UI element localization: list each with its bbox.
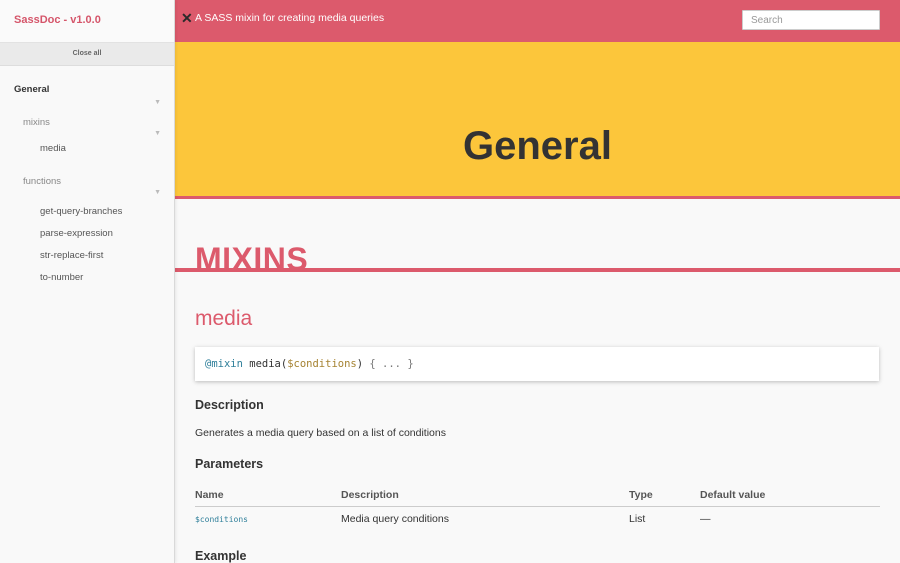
column-header-default: Default value bbox=[700, 489, 880, 507]
search-input[interactable] bbox=[742, 10, 880, 30]
sidebar-subgroup-mixins[interactable]: mixins ▼ bbox=[0, 112, 174, 137]
group-banner: General bbox=[175, 42, 900, 199]
param-default: — bbox=[700, 513, 711, 525]
section-title: MIXINS bbox=[195, 241, 309, 277]
param-name: $conditions bbox=[195, 507, 341, 526]
sidebar-subgroup-label: mixins bbox=[23, 117, 50, 128]
example-heading: Example bbox=[195, 549, 247, 563]
sidebar-item-media[interactable]: media bbox=[0, 138, 174, 160]
chevron-down-icon[interactable]: ▼ bbox=[154, 123, 161, 145]
sidebar-title[interactable]: SassDoc - v1.0.0 bbox=[0, 0, 174, 43]
param-name-code: $conditions bbox=[195, 515, 248, 524]
item-title[interactable]: media bbox=[195, 307, 252, 331]
code-name: media( bbox=[242, 358, 288, 370]
column-header-type: Type bbox=[629, 489, 700, 507]
code-param: $conditions bbox=[287, 358, 357, 370]
sidebar-item-to-number[interactable]: to-number bbox=[0, 267, 174, 289]
close-icon[interactable]: ✕ bbox=[181, 11, 195, 25]
column-header-name: Name bbox=[195, 489, 341, 507]
code-keyword: @mixin bbox=[205, 358, 243, 370]
chevron-down-icon[interactable]: ▼ bbox=[154, 182, 161, 204]
sidebar-item-get-query-branches[interactable]: get-query-branches bbox=[0, 201, 174, 223]
sidebar: SassDoc - v1.0.0 Close all General ▼ mix… bbox=[0, 0, 175, 563]
parameters-table: Name Description Type Default value $con… bbox=[195, 489, 880, 525]
close-all-button[interactable]: Close all bbox=[0, 43, 174, 66]
chevron-down-icon[interactable]: ▼ bbox=[154, 92, 161, 114]
table-row: $conditions Media query conditions List … bbox=[195, 507, 880, 526]
column-header-description: Description bbox=[341, 489, 629, 507]
top-bar: ✕ A SASS mixin for creating media querie… bbox=[175, 0, 900, 42]
sidebar-group-label: General bbox=[14, 84, 50, 95]
sidebar-subgroup-label: functions bbox=[23, 176, 62, 187]
sidebar-subgroup-functions[interactable]: functions ▼ bbox=[0, 171, 174, 196]
param-type: List bbox=[629, 513, 646, 525]
main-content: MIXINS media @mixin media($conditions) {… bbox=[175, 199, 900, 563]
sidebar-group-general[interactable]: General ▼ bbox=[0, 79, 174, 106]
page-title: General bbox=[463, 124, 612, 168]
table-header-row: Name Description Type Default value bbox=[195, 489, 880, 507]
sidebar-item-parse-expression[interactable]: parse-expression bbox=[0, 223, 174, 245]
project-description: A SASS mixin for creating media queries bbox=[195, 12, 385, 24]
sidebar-item-str-replace-first[interactable]: str-replace-first bbox=[0, 245, 174, 267]
description-heading: Description bbox=[195, 398, 264, 412]
description-text: Generates a media query based on a list … bbox=[195, 427, 446, 439]
param-description: Media query conditions bbox=[341, 513, 449, 525]
code-signature: @mixin media($conditions) { ... } bbox=[195, 347, 879, 381]
code-body: { ... } bbox=[363, 358, 414, 370]
parameters-heading: Parameters bbox=[195, 457, 264, 471]
